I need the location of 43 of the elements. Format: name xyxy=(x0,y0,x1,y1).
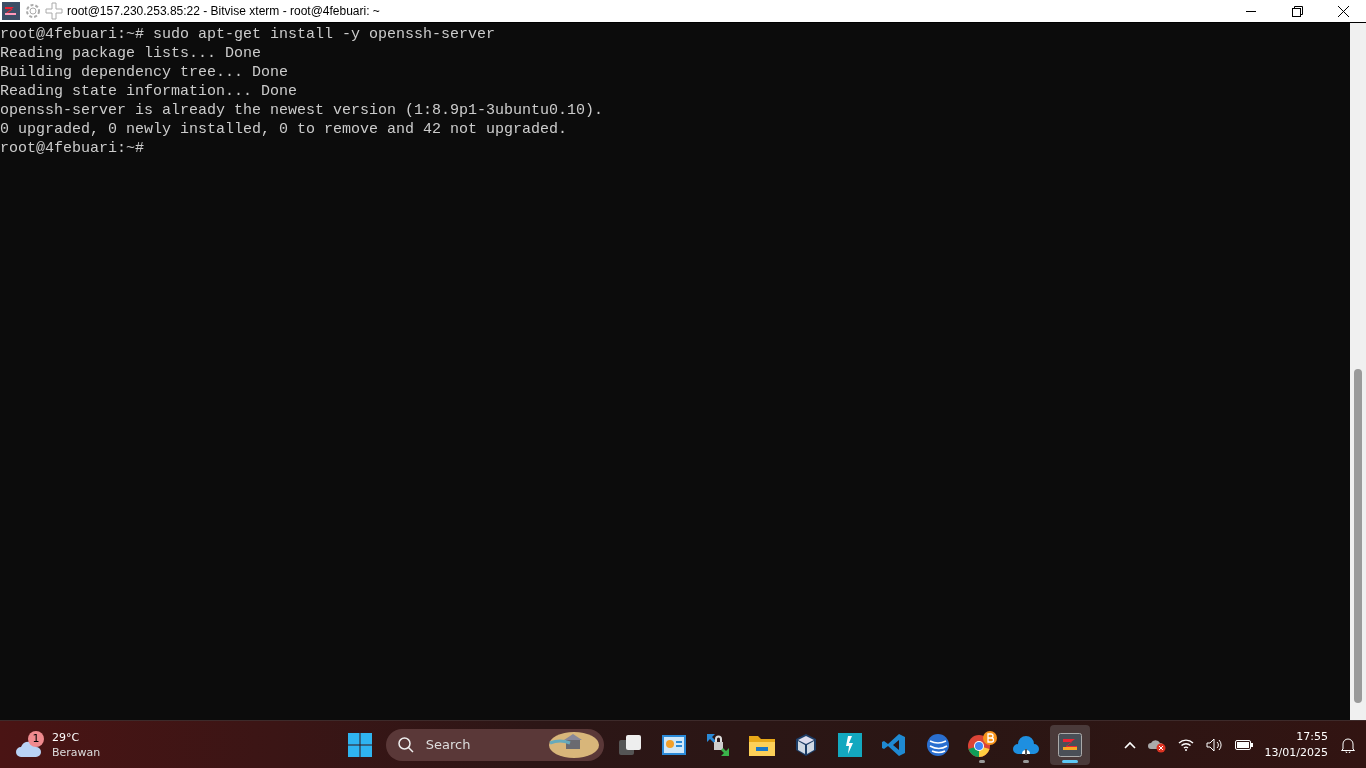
terminal-line: root@4febuari:~# xyxy=(0,139,146,158)
chevron-up-icon[interactable] xyxy=(1123,740,1136,749)
window-title: root@157.230.253.85:22 - Bitvise xterm - root@4febuari: ~ xyxy=(67,4,380,18)
terminal-line: Reading state information... Done xyxy=(0,82,299,101)
terminal-line: Building dependency tree... Done xyxy=(0,63,290,82)
restore-icon xyxy=(1291,5,1303,17)
folder-icon xyxy=(748,733,775,756)
globe-icon xyxy=(925,732,950,757)
taskbar-app-button[interactable] xyxy=(1049,724,1090,765)
window-stack-icon xyxy=(617,732,642,757)
search-input[interactable]: Search xyxy=(423,736,548,753)
cloud-icon[interactable] xyxy=(16,740,42,757)
windows-logo-icon xyxy=(347,732,372,757)
bell-icon[interactable] xyxy=(1340,736,1356,753)
lightning-icon xyxy=(837,732,862,757)
temperature[interactable]: 29°C xyxy=(52,729,101,745)
minimize-icon xyxy=(1246,10,1256,12)
lock-arrows-icon xyxy=(705,732,730,757)
clock-date: 13/01/2025 xyxy=(1264,744,1328,761)
wifi-icon[interactable] xyxy=(1177,738,1194,751)
code-editor-icon xyxy=(881,732,906,757)
terminal-line: Reading package lists... Done xyxy=(0,44,263,63)
cube-icon xyxy=(794,732,817,757)
weather-condition[interactable]: Berawan xyxy=(52,744,101,760)
terminal-app-icon xyxy=(1057,732,1082,757)
close-icon xyxy=(1337,5,1349,17)
clock-time: 17:55 xyxy=(1296,728,1328,745)
chart-panel-icon xyxy=(661,733,686,756)
landscape-drawing xyxy=(547,730,600,759)
search-icon xyxy=(397,736,414,753)
browser-icon xyxy=(966,730,997,759)
scrollbar[interactable] xyxy=(1350,23,1366,720)
notification-badge: 1 xyxy=(28,730,44,747)
terminal-line: 0 upgraded, 0 newly installed, 0 to remove and 42 not upgraded. xyxy=(0,120,569,139)
clock[interactable]: 17:55 13/01/2025 xyxy=(1264,728,1328,761)
cloud-icon xyxy=(1012,733,1039,756)
terminal-line: root@4febuari:~# sudo apt-get install -y openssh-server xyxy=(0,25,497,44)
app-icon[interactable] xyxy=(2,2,20,20)
speaker-icon[interactable] xyxy=(1205,737,1223,752)
scrollbar-thumb[interactable] xyxy=(1354,369,1362,703)
terminal-line: openssh-server is already the newest version (1:8.9p1-3ubuntu0.10). xyxy=(0,101,605,120)
battery-icon[interactable] xyxy=(1234,739,1253,750)
search-field[interactable]: Search xyxy=(385,728,604,761)
